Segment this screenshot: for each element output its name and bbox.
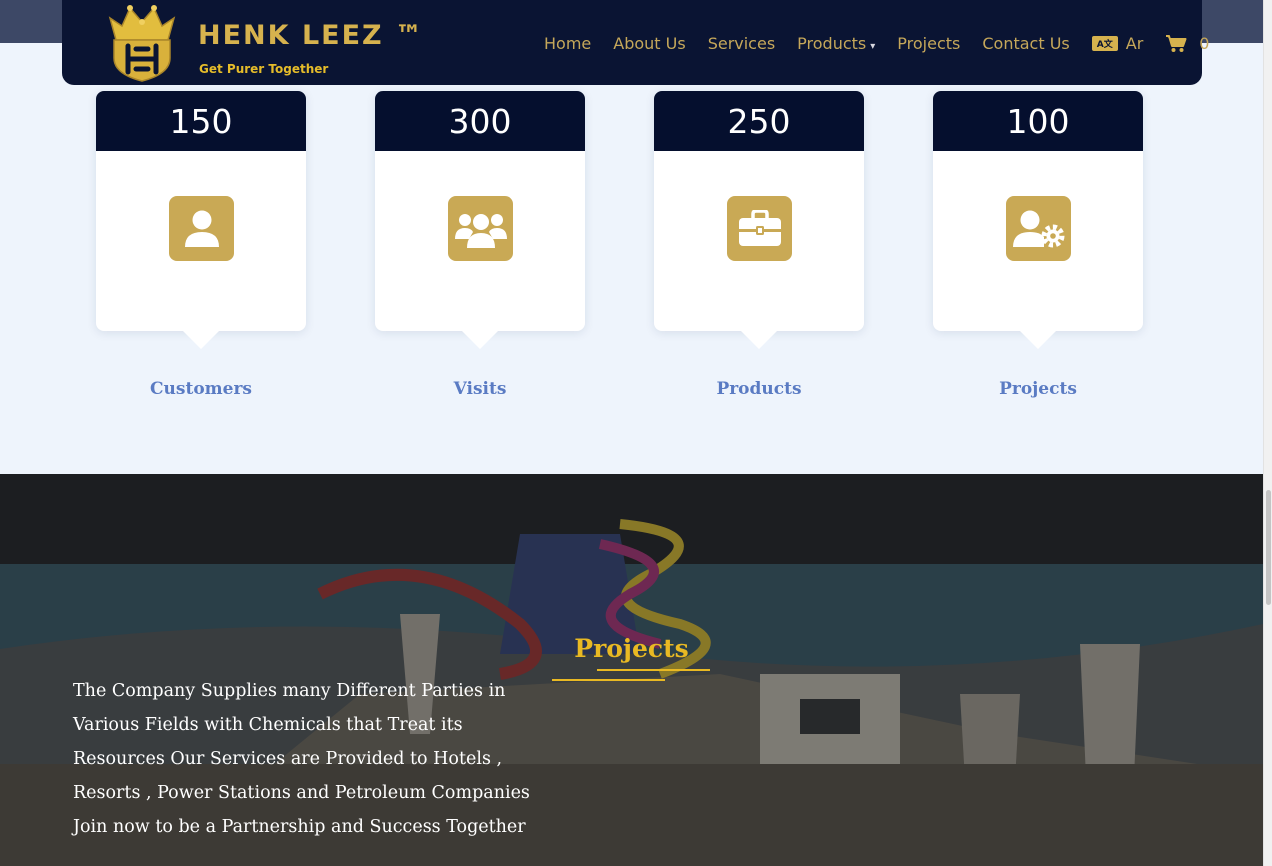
nav-about-us[interactable]: About Us (613, 34, 685, 53)
stat-label: Visits (453, 379, 507, 399)
card-pointer (1020, 331, 1056, 349)
stat-value: 250 (654, 91, 864, 151)
nav-contact-us[interactable]: Contact Us (982, 34, 1069, 53)
cart-button[interactable]: 0 (1165, 34, 1209, 53)
navbar: HENK LEEZ ™ Get Purer Together Home Abou… (62, 0, 1209, 85)
stat-value: 300 (375, 91, 585, 151)
projects-section: Projects The Company Supplies many Diffe… (0, 474, 1263, 866)
nav-products-label: Products (797, 33, 867, 53)
stat-card-products: 250 (654, 91, 864, 349)
chevron-down-icon: ▾ (870, 40, 876, 52)
stat-label: Customers (150, 379, 252, 399)
stat-label: Products (716, 379, 802, 399)
brand-name[interactable]: HENK LEEZ ™ (198, 20, 424, 51)
nav-products[interactable]: Products ▾ (797, 34, 875, 53)
projects-description-line: The Company Supplies many Different Part… (73, 681, 506, 701)
page-scrollbar[interactable] (1263, 0, 1272, 866)
projects-description-line: Various Fields with Chemicals that Treat… (73, 715, 463, 735)
user-icon (169, 196, 234, 261)
brand-tagline: Get Purer Together (199, 62, 329, 76)
title-underline (597, 669, 710, 671)
projects-description-line: Resorts , Power Stations and Petroleum C… (73, 783, 530, 803)
projects-description: The Company Supplies many Different Part… (73, 674, 593, 844)
stat-value: 150 (96, 91, 306, 151)
crown-logo-icon[interactable] (106, 4, 178, 82)
cart-icon (1166, 34, 1187, 52)
language-label: Ar (1125, 33, 1144, 53)
card-pointer (741, 331, 777, 349)
users-group-icon (448, 196, 513, 261)
cart-count: 0 (1199, 33, 1210, 53)
nav-home[interactable]: Home (544, 34, 591, 53)
stat-card-projects: 100 (933, 91, 1143, 349)
card-pointer (462, 331, 498, 349)
main-nav: Home About Us Services Products ▾ Project… (544, 32, 1209, 54)
stat-card-customers: 150 (96, 91, 306, 349)
nav-projects[interactable]: Projects (897, 34, 960, 53)
user-gear-icon (1006, 196, 1071, 261)
translate-icon: A文 (1091, 35, 1118, 51)
language-switch[interactable]: A文 Ar (1091, 33, 1144, 53)
stat-label: Projects (999, 379, 1077, 399)
scrollbar-thumb[interactable] (1266, 490, 1271, 605)
projects-description-line: Resources Our Services are Provided to H… (73, 749, 503, 769)
briefcase-icon (727, 196, 792, 261)
projects-description-line: Join now to be a Partnership and Success… (73, 817, 526, 837)
stat-card-visits: 300 (375, 91, 585, 349)
card-pointer (183, 331, 219, 349)
projects-title: Projects (574, 634, 689, 663)
stat-value: 100 (933, 91, 1143, 151)
nav-services[interactable]: Services (708, 34, 775, 53)
